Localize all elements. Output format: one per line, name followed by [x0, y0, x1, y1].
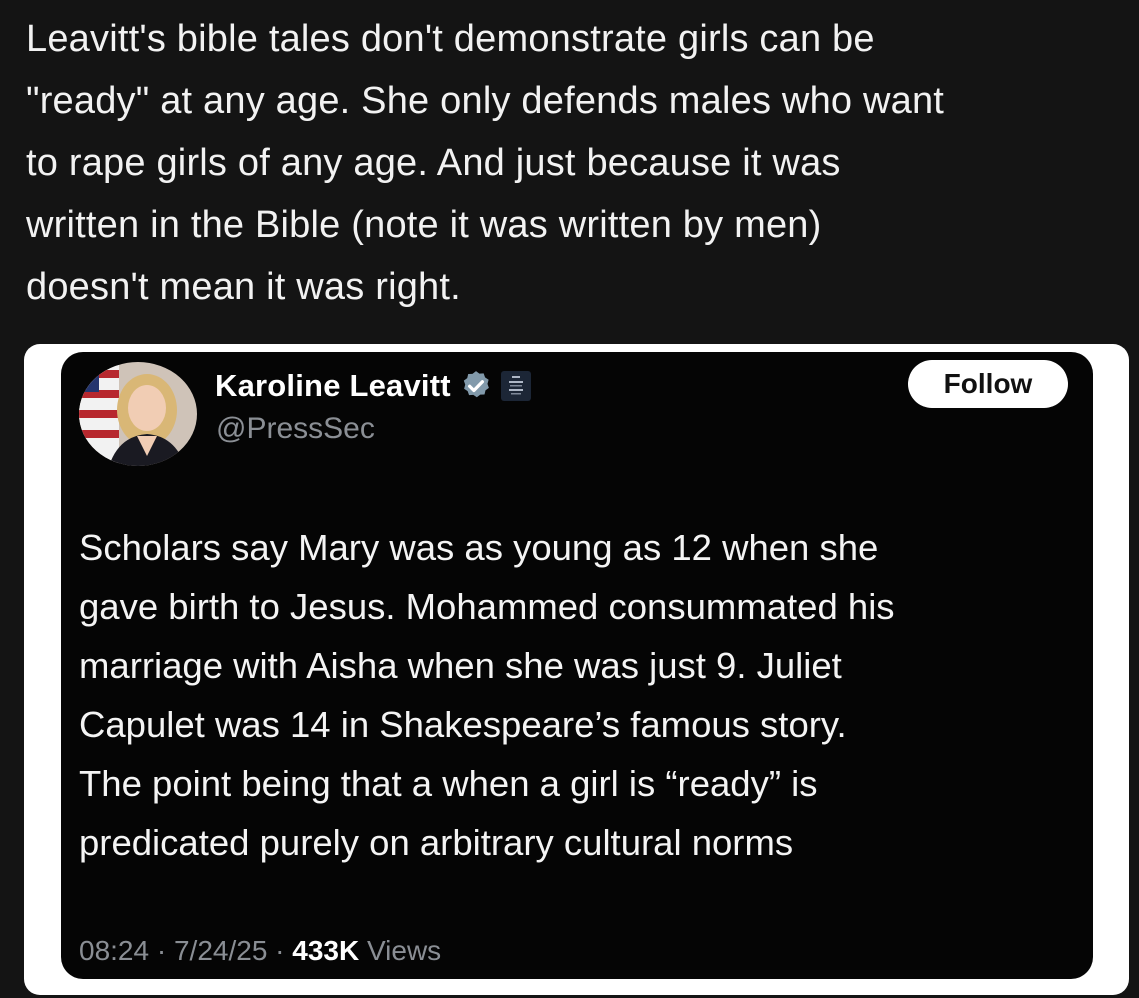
tweet-card[interactable]: Karoline Leavitt @PressSec Follow Schola…: [61, 352, 1093, 979]
avatar[interactable]: [79, 362, 197, 466]
author-row: Karoline Leavitt: [215, 364, 531, 408]
tweet-time: 08:24: [79, 935, 150, 966]
author-handle[interactable]: @PressSec: [216, 412, 375, 446]
meta-separator: ·: [275, 935, 285, 966]
page: Leavitt's bible tales don't demonstrate …: [0, 0, 1139, 998]
white-house-seal-icon: [500, 371, 531, 401]
tweet-date[interactable]: 7/24/25: [174, 935, 267, 966]
meta-separator: ·: [156, 935, 167, 966]
post-text: Leavitt's bible tales don't demonstrate …: [26, 18, 945, 308]
tweet-text: Scholars say Mary was as young as 12 whe…: [79, 527, 895, 863]
follow-button[interactable]: Follow: [908, 360, 1068, 408]
views-label: Views: [367, 935, 442, 966]
author-name[interactable]: Karoline Leavitt: [215, 368, 451, 404]
views-count: 433K: [292, 935, 360, 966]
verified-badge-icon: [463, 371, 489, 398]
embedded-screenshot[interactable]: Karoline Leavitt @PressSec Follow Schola…: [24, 344, 1129, 995]
tweet-meta: 08:24 · 7/24/25 · 433K Views: [79, 935, 441, 967]
